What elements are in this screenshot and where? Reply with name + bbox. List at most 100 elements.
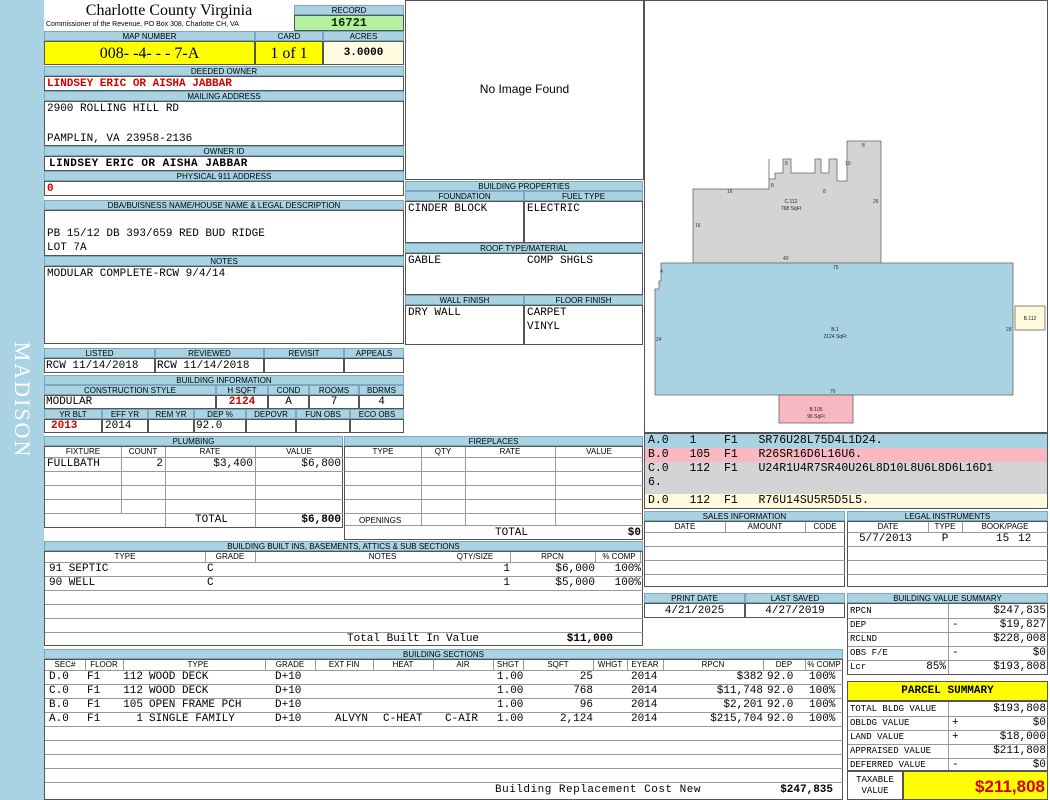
remyr-header: REM YR <box>148 409 194 419</box>
notes-header: NOTES <box>44 256 404 266</box>
acres-header: ACRES <box>323 31 404 41</box>
foundation-header: FOUNDATION <box>405 191 524 201</box>
roof-header: ROOF TYPE/MATERIAL <box>405 243 643 253</box>
listed-value: RCW 11/14/2018 <box>44 358 155 373</box>
acres-value: 3.0000 <box>323 41 404 65</box>
sketch-area-c: 768 SqFt <box>781 206 802 212</box>
sketch-dim-40: 40 <box>783 256 789 262</box>
plumbing-rate-header: RATE <box>199 447 221 456</box>
sketch-dim-4: 4 <box>660 269 663 275</box>
value-summary-table: RPCN $247,835 DEP - $19,827 RCLND $228,0… <box>847 603 1048 675</box>
legal-instruments-header: LEGAL INSTRUMENTS <box>847 511 1048 521</box>
sketch-segments: A.0 1 F1 SR76U28L75D4L1D24. B.0 105 F1 R… <box>644 433 1048 509</box>
owner-id: LINDSEY ERIC OR AISHA JABBAR <box>44 156 404 171</box>
sales-header: SALES INFORMATION <box>644 511 845 521</box>
property-photo: No Image Found <box>405 0 644 180</box>
segment-d: D.0 112 F1 R76U14SU5R5D5L5. <box>645 494 1047 508</box>
parcel-summary-header: PARCEL SUMMARY <box>847 681 1048 701</box>
last-saved-header: LAST SAVED <box>745 593 845 603</box>
construction-style: MODULAR <box>44 395 216 409</box>
segment-c: C.0 112 F1 U24R1U4R7SR40U26L8D10L8U6L8D6… <box>645 462 1047 494</box>
reviewed-value: RCW 11/14/2018 <box>155 358 264 373</box>
dep-value: 92.0 <box>194 419 246 433</box>
building-info-header: BUILDING INFORMATION <box>44 375 404 385</box>
sketch-dim-76: 76 <box>830 389 836 395</box>
record-number: 16721 <box>294 15 404 31</box>
physical-address: 0 <box>44 181 404 196</box>
floor-finish-value: CARPET VINYL <box>524 305 643 345</box>
county-title: Charlotte County Virginia Commissioner o… <box>46 2 253 28</box>
fireplace-value-header: VALUE <box>586 447 612 456</box>
deeded-owner: LINDSEY ERIC OR AISHA JABBAR <box>44 76 404 91</box>
parcel-summary-table: TOTAL BLDG VALUE $193,808 OBLDG VALUE + … <box>847 701 1048 771</box>
roof-value: GABLE COMP SHGLS <box>405 253 643 295</box>
district-name: MADISON <box>10 341 35 459</box>
fireplaces-table: TYPE QTY RATE VALUE OPENINGS TOTAL $0 <box>344 446 643 540</box>
wall-finish-header: WALL FINISH <box>405 295 524 305</box>
sketch-dim-10: 10 <box>845 161 851 167</box>
fireplace-rate-header: RATE <box>499 447 521 456</box>
sketch-area-b: 96 SqFt <box>807 414 825 420</box>
fireplace-type-header: TYPE <box>372 447 394 456</box>
sketch-label-d: B.112 <box>1024 316 1037 322</box>
builtins-header: BUILDING BUILT INS, BASEMENTS, ATTICS & … <box>44 541 643 551</box>
value-summary-header: BUILDING VALUE SUMMARY <box>847 593 1048 603</box>
construction-style-header: CONSTRUCTION STYLE <box>44 385 216 395</box>
building-properties-header: BUILDING PROPERTIES <box>405 181 643 191</box>
segment-a: A.0 1 F1 SR76U28L75D4L1D24. <box>645 434 1047 448</box>
sketch-label-a: B.1 <box>831 327 839 333</box>
revisit-value <box>264 358 344 373</box>
record-header: RECORD <box>294 5 404 15</box>
mailing-address-header: MAILING ADDRESS <box>44 91 404 101</box>
taxable-value: $211,808 <box>903 771 1048 800</box>
plumbing-row: FULLBATH <box>47 458 100 470</box>
physical-address-header: PHYSICAL 911 ADDRESS <box>44 171 404 181</box>
bdrms-value: 4 <box>359 395 404 409</box>
plumbing-header: PLUMBING <box>44 436 343 446</box>
sketch-dim-8-a: 8 <box>771 183 774 189</box>
sketch-dim-8-d: 8 <box>862 143 865 149</box>
sketch-dim-8-c: 8 <box>823 189 826 195</box>
openings-label: OPENINGS <box>359 516 402 525</box>
rooms-header: ROOMS <box>309 385 359 395</box>
fireplace-total-label: TOTAL <box>495 527 529 539</box>
last-saved: 4/27/2019 <box>745 603 845 618</box>
fuel-type-value: ELECTRIC <box>524 201 643 243</box>
fireplace-total: $0 <box>627 527 641 539</box>
print-date-header: PRINT DATE <box>644 593 745 603</box>
sketch-dim-26: 26 <box>873 199 879 205</box>
funobs-value <box>296 419 350 433</box>
replacement-cost: $247,835 <box>780 784 833 796</box>
funobs-header: FUN OBS <box>296 409 350 419</box>
sketch-drawing: 16 8 8 10 8 16 8 26 40 16 75 4 24 28 76 … <box>654 140 1046 424</box>
sales-table: DATE AMOUNT CODE <box>644 521 845 587</box>
map-number: 008- -4- - - 7-A <box>44 41 255 65</box>
sketch-label-c: C.112 <box>785 199 798 205</box>
building-sections-table: SEC# FLOOR TYPE GRADE EXT FIN HEAT AIR S… <box>44 659 843 800</box>
map-number-header: MAP NUMBER <box>44 31 255 41</box>
sketch-dim-24: 24 <box>656 337 662 343</box>
mailing-address: 2900 ROLLING HILL RD PAMPLIN, VA 23958-2… <box>44 101 404 146</box>
fireplace-qty-header: QTY <box>434 447 452 456</box>
sketch-area-a: 2124 SqFt <box>823 334 847 340</box>
district-sidebar: MADISON <box>0 0 44 800</box>
builtins-table: TYPE GRADE NOTES QTY/SIZE RPCN % COMP 91… <box>44 551 643 646</box>
segment-b: B.0 105 F1 R26SR16D6L16U6. <box>645 448 1047 462</box>
listed-header: LISTED <box>44 348 155 358</box>
taxable-value-label: TAXABLE VALUE <box>847 771 903 800</box>
rooms-value: 7 <box>309 395 359 409</box>
legal-description: PB 15/12 DB 393/659 RED BUD RIDGE LOT 7A <box>44 210 404 256</box>
remyr-value <box>148 419 194 433</box>
cond-header: COND <box>268 385 309 395</box>
reviewed-header: REVIEWED <box>155 348 264 358</box>
sketch-dim-16-top: 16 <box>727 189 733 195</box>
effyr-value: 2014 <box>102 419 148 433</box>
legal-description-header: DBA/BUISNESS NAME/HOUSE NAME & LEGAL DES… <box>44 200 404 210</box>
sketch-dim-16-right: 16 <box>695 223 701 229</box>
hsqft-value: 2124 <box>216 395 268 409</box>
plumbing-count-header: COUNT <box>128 447 158 456</box>
floor-finish-header: FLOOR FINISH <box>524 295 643 305</box>
deeded-owner-header: DEEDED OWNER <box>44 66 404 76</box>
cond-value: A <box>268 395 309 409</box>
wall-finish-value: DRY WALL <box>405 305 524 345</box>
